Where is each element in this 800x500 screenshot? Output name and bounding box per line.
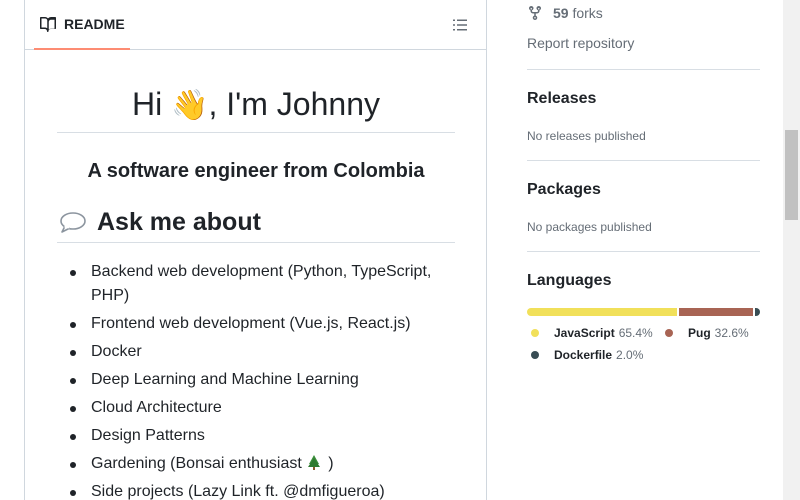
- report-repository-link[interactable]: Report repository: [527, 35, 634, 51]
- section-title: Ask me about: [97, 208, 261, 236]
- sidebar-divider: [527, 160, 760, 161]
- list-item: Backend web development (Python, TypeScr…: [57, 260, 455, 308]
- list-item: Docker: [57, 340, 455, 364]
- list-item: Deep Learning and Machine Learning: [57, 368, 455, 392]
- scrollbar-thumb[interactable]: [785, 130, 798, 220]
- book-icon: [40, 17, 56, 32]
- fork-icon: [529, 5, 541, 21]
- list-item: Cloud Architecture: [57, 396, 455, 420]
- packages-heading[interactable]: Packages: [527, 181, 601, 199]
- language-dot: [531, 351, 539, 359]
- readme-panel: README Hi 👋, I'm Johnny A software engin…: [24, 0, 487, 500]
- releases-heading[interactable]: Releases: [527, 90, 596, 108]
- topics-list: Backend web development (Python, TypeScr…: [57, 260, 455, 500]
- page-scrollbar[interactable]: [783, 0, 800, 500]
- language-item-javascript[interactable]: JavaScript 65.4%: [527, 326, 653, 340]
- heading-prefix: Hi: [132, 86, 172, 122]
- language-item-dockerfile[interactable]: Dockerfile 2.0%: [527, 348, 643, 362]
- forks-count: 59: [553, 5, 569, 21]
- language-bar-javascript[interactable]: [527, 308, 677, 316]
- languages-bar: [527, 308, 760, 316]
- sidebar-divider: [527, 69, 760, 70]
- heading-divider: [57, 132, 455, 133]
- gardening-suffix: ): [323, 455, 334, 472]
- sidebar-divider: [527, 251, 760, 252]
- forks-link[interactable]: 59 forks: [527, 5, 603, 21]
- forks-label: forks: [572, 5, 603, 21]
- language-bar-dockerfile[interactable]: [755, 308, 760, 316]
- tree-icon: [307, 455, 320, 470]
- list-item: Frontend web development (Vue.js, React.…: [57, 312, 455, 336]
- readme-tab[interactable]: README: [34, 0, 130, 50]
- language-dot: [665, 329, 673, 337]
- language-percent: 2.0%: [616, 348, 644, 362]
- readme-subtitle: A software engineer from Colombia: [87, 160, 425, 182]
- language-bar-pug[interactable]: [678, 308, 754, 316]
- packages-note: No packages published: [527, 220, 652, 234]
- readme-header: README: [25, 0, 486, 50]
- waving-hand-icon: 👋: [171, 89, 209, 122]
- language-name: Dockerfile: [554, 348, 613, 362]
- speech-balloon-icon: [60, 212, 86, 233]
- languages-heading: Languages: [527, 272, 612, 289]
- language-dot: [531, 329, 539, 337]
- language-percent: 32.6%: [714, 326, 749, 340]
- language-item-pug[interactable]: Pug 32.6%: [661, 326, 749, 340]
- language-name: JavaScript: [554, 326, 615, 340]
- readme-heading: Hi 👋, I'm Johnny: [57, 84, 455, 126]
- section-divider: [57, 242, 455, 243]
- language-percent: 65.4%: [618, 326, 653, 340]
- heading-suffix: , I'm Johnny: [208, 86, 380, 122]
- list-item: Gardening (Bonsai enthusiast ): [57, 452, 455, 476]
- list-item: Side projects (Lazy Link ft. @dmfigueroa…: [57, 480, 455, 500]
- section-heading: Ask me about: [57, 206, 455, 238]
- list-item: Design Patterns: [57, 424, 455, 448]
- releases-note: No releases published: [527, 129, 646, 143]
- readme-tab-label: README: [64, 16, 125, 32]
- list-icon[interactable]: [452, 17, 468, 33]
- language-name: Pug: [688, 326, 711, 340]
